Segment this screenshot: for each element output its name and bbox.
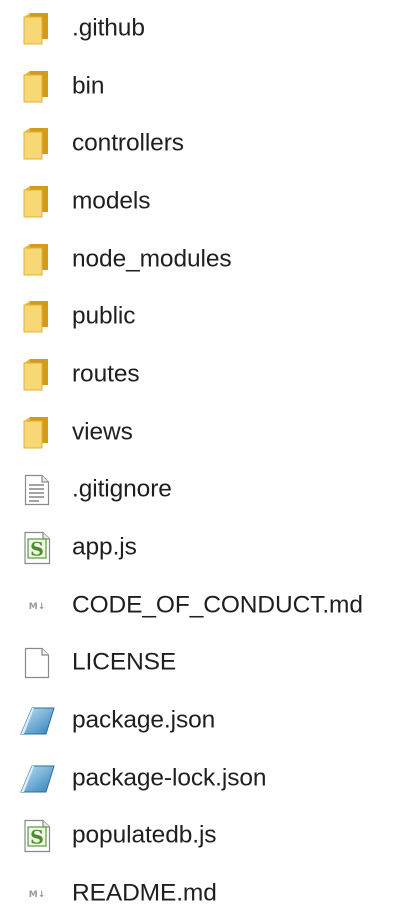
list-item[interactable]: .github [0,0,416,58]
list-item[interactable]: controllers [0,115,416,173]
file-name: populatedb.js [72,821,217,849]
list-item[interactable]: LICENSE [0,635,416,693]
markdown-file-icon: M↓ [17,588,57,624]
blank-file-icon [17,645,57,681]
file-name: routes [72,360,140,388]
list-item[interactable]: public [0,288,416,346]
file-name: package.json [72,706,216,734]
script-file-icon: S [17,818,57,854]
file-name: LICENSE [72,648,177,676]
file-name: public [72,302,136,330]
list-item[interactable]: .gitignore [0,462,416,520]
folder-icon [17,299,57,335]
markdown-file-icon: M↓ [17,876,57,912]
list-item[interactable]: package.json [0,692,416,750]
svg-text:S: S [30,827,44,849]
file-name: package-lock.json [72,764,267,792]
list-item[interactable]: bin [0,58,416,116]
file-name: bin [72,71,105,99]
folder-icon [17,11,57,47]
file-name: .github [72,14,145,42]
file-name: app.js [72,533,137,561]
list-item[interactable]: S app.js [0,519,416,577]
file-list: .github bin controllers models node_modu… [0,0,416,923]
file-name: controllers [72,129,184,157]
file-name: views [72,418,133,446]
folder-icon [17,126,57,162]
list-item[interactable]: M↓ CODE_OF_CONDUCT.md [0,577,416,635]
file-name: README.md [72,879,217,907]
folder-icon [17,184,57,220]
folder-icon [17,415,57,451]
svg-text:M↓: M↓ [29,890,46,900]
svg-text:M↓: M↓ [29,602,46,612]
text-file-icon [17,472,57,508]
folder-icon [17,69,57,105]
list-item[interactable]: models [0,173,416,231]
list-item[interactable]: node_modules [0,231,416,289]
list-item[interactable]: package-lock.json [0,750,416,808]
folder-icon [17,357,57,393]
json-file-icon [17,761,57,797]
file-name: .gitignore [72,475,172,503]
folder-icon [17,242,57,278]
list-item[interactable]: M↓ README.md [0,865,416,923]
list-item[interactable]: routes [0,346,416,404]
list-item[interactable]: S populatedb.js [0,808,416,866]
svg-text:S: S [30,539,44,561]
file-name: CODE_OF_CONDUCT.md [72,591,363,619]
list-item[interactable]: views [0,404,416,462]
script-file-icon: S [17,530,57,566]
json-file-icon [17,703,57,739]
file-name: models [72,187,151,215]
file-name: node_modules [72,245,232,273]
